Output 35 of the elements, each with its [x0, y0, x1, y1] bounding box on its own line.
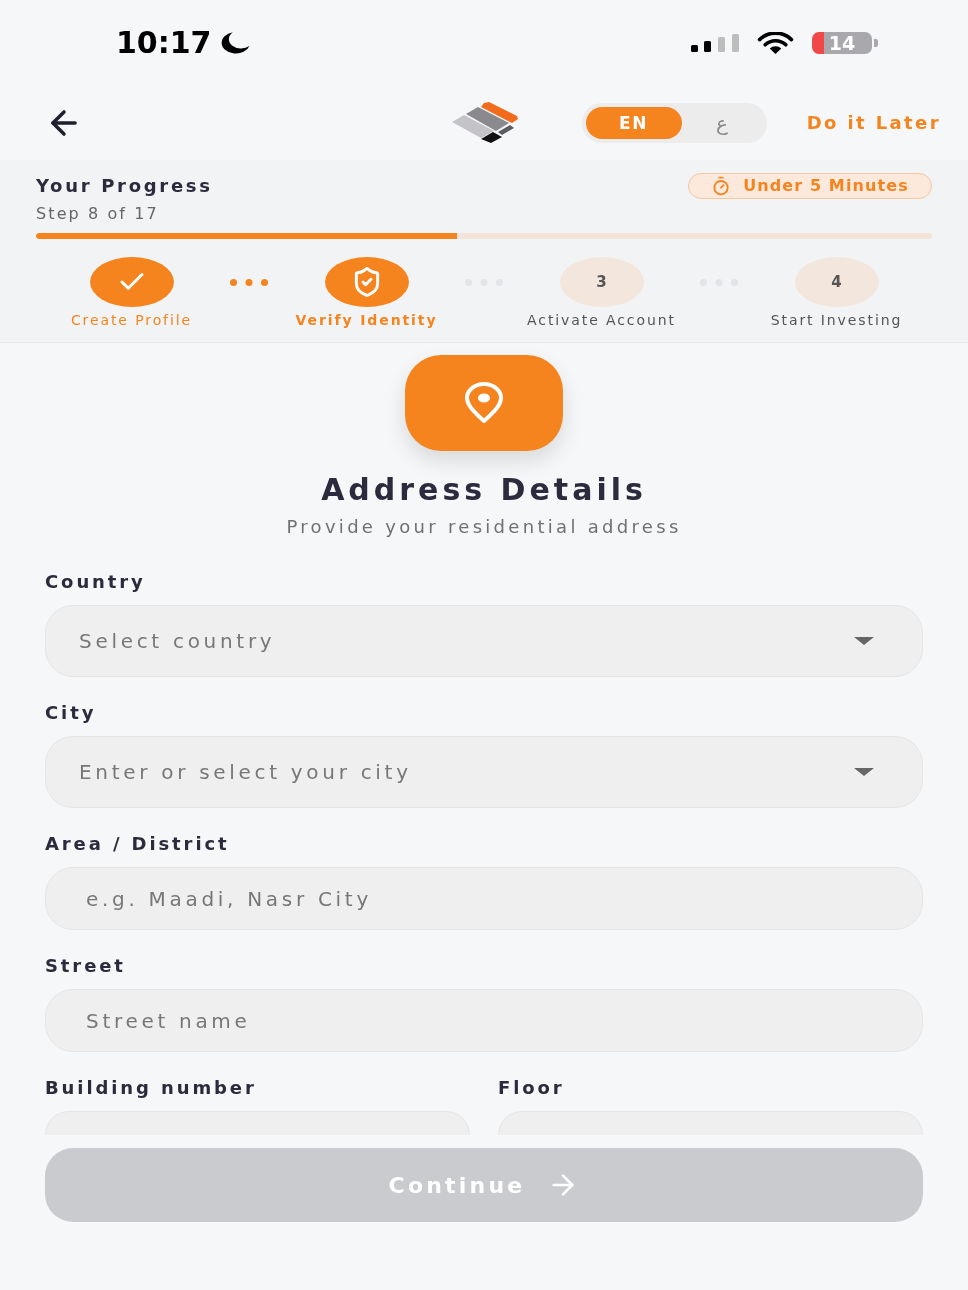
select-field[interactable]: Enter or select your city: [45, 736, 923, 808]
step-counter: Step 8 of 17: [36, 204, 160, 224]
moon-icon: [220, 30, 251, 55]
step-label: Start Investing: [770, 312, 903, 328]
field-label: City: [45, 702, 98, 724]
wifi-icon: [755, 31, 796, 54]
language-option[interactable]: ع: [681, 106, 763, 139]
field-label: Country: [45, 571, 147, 593]
stopwatch-icon: [711, 176, 732, 196]
step-number: 3: [559, 257, 644, 307]
step-label: Create Profile: [70, 312, 193, 328]
location-pin-icon: [405, 355, 563, 451]
signal-icon: [691, 33, 739, 52]
progress-title: Your Progress: [36, 175, 213, 197]
step-label: Verify Identity: [295, 312, 438, 328]
caret-icon: [854, 637, 874, 645]
section-title: Address Details: [321, 473, 647, 507]
field-label: Building number: [45, 1077, 258, 1099]
do-it-later-link[interactable]: Do it Later: [806, 111, 941, 134]
section-subtitle: Provide your residential address: [286, 516, 682, 538]
step-label: Activate Account: [527, 312, 676, 328]
input-field[interactable]: Street name: [45, 989, 923, 1052]
duration-text: Under 5 Minutes: [743, 176, 909, 196]
field-label: Street: [45, 955, 127, 977]
input-field[interactable]: e.g. Maadi, Nasr City: [45, 867, 923, 930]
language-option[interactable]: EN: [585, 106, 682, 139]
step-number: 4: [794, 257, 879, 307]
logo-icon: [450, 102, 518, 143]
battery-indicator: 14: [812, 31, 878, 54]
field-label: Area / District: [45, 833, 231, 855]
select-field[interactable]: Select country: [45, 605, 923, 677]
status-time: 10:17: [116, 24, 212, 61]
ellipsis-icon: [230, 278, 268, 286]
caret-icon: [854, 768, 874, 776]
field-label: Floor: [498, 1077, 566, 1099]
